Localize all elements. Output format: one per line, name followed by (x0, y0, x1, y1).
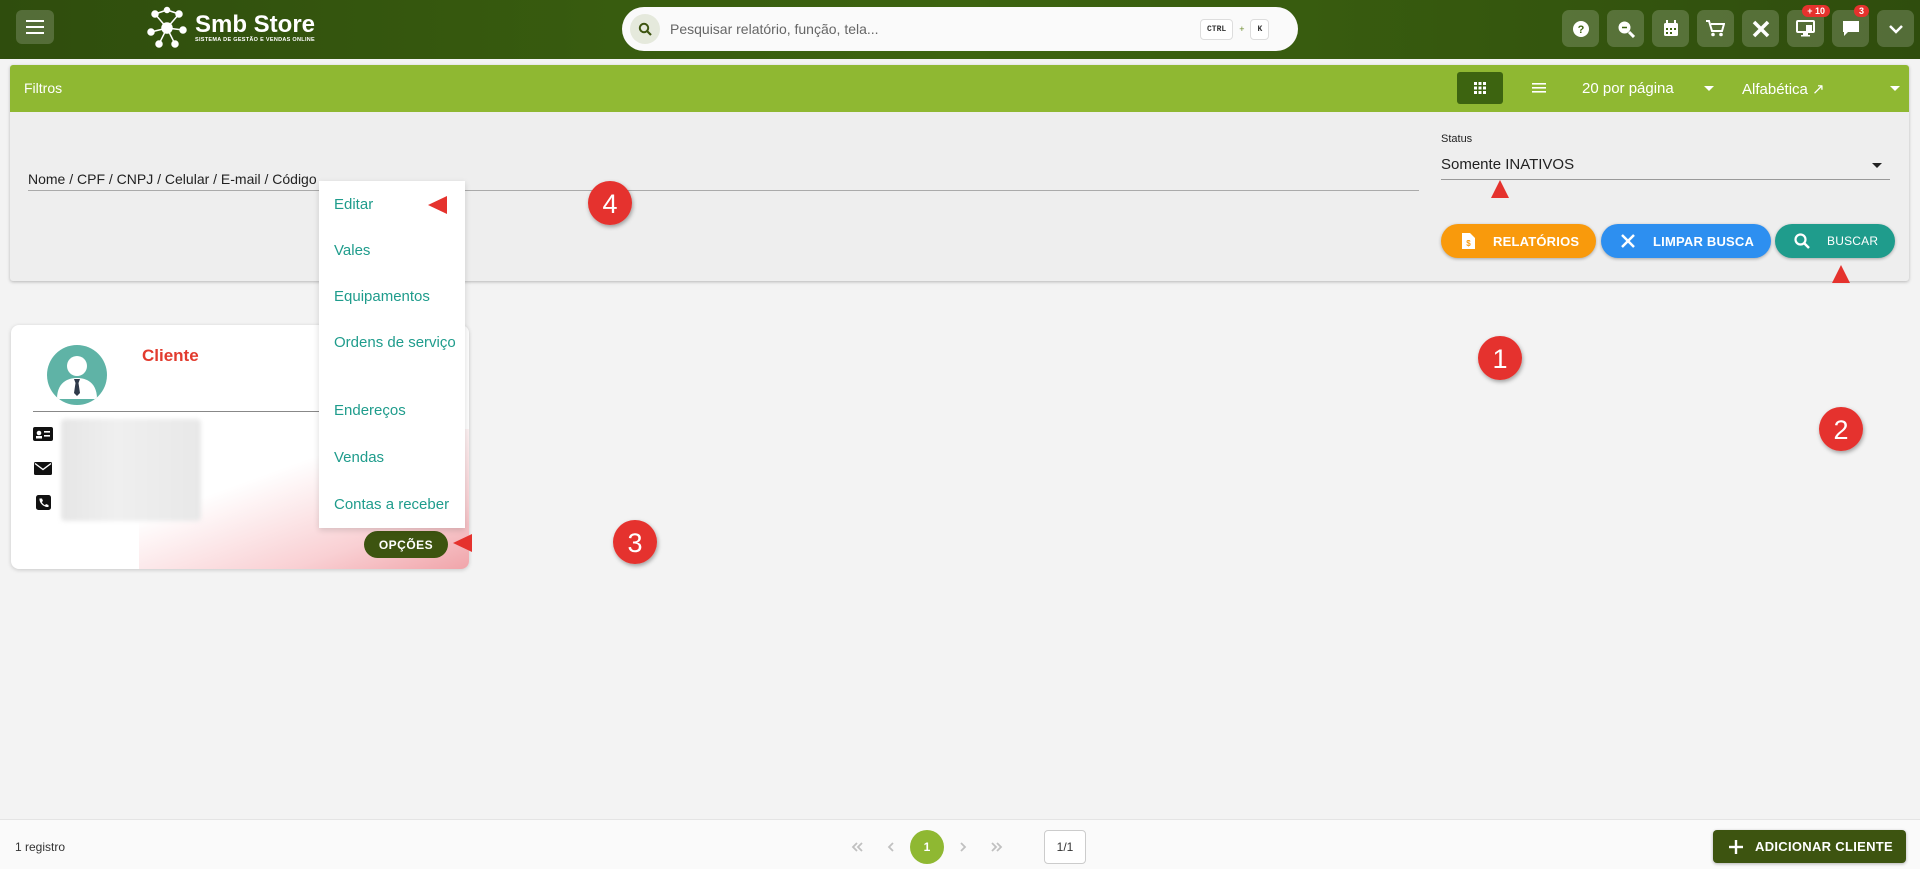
annotation-label-2: 2 (1833, 415, 1848, 445)
reports-button-label: RELATÓRIOS (1493, 233, 1580, 249)
cart-button[interactable] (1697, 10, 1734, 47)
shortcut-plus: + (1239, 24, 1245, 34)
double-chevron-left-icon (851, 842, 863, 852)
global-search-input[interactable] (670, 21, 1200, 37)
zoom-search-button[interactable] (1607, 10, 1644, 47)
top-icon-bar: ? + 10 3 (1562, 5, 1914, 47)
options-menu: Editar Vales Equipamentos Ordens de serv… (319, 181, 465, 528)
redacted-contact-info (61, 419, 201, 521)
phone-icon (33, 494, 53, 510)
chat-badge: 3 (1853, 5, 1869, 17)
email-icon (33, 461, 53, 475)
plus-icon (1729, 839, 1743, 854)
chat-icon (1842, 21, 1859, 36)
annotation-label-3: 3 (627, 528, 642, 558)
chevron-down-icon (1888, 24, 1903, 34)
menu-item-vouchers[interactable]: Vales (334, 240, 459, 261)
footer-bar: 1 registro 1 1/1 ADICIONAR CLIENTE (0, 819, 1920, 869)
list-icon (1532, 83, 1546, 93)
annotation-arrow-3: 3 (453, 520, 657, 564)
chevron-left-icon (887, 842, 894, 852)
current-page[interactable]: 1 (910, 830, 944, 864)
status-label: Status (1441, 133, 1473, 145)
account-dropdown-button[interactable] (1877, 10, 1914, 47)
filter-panel: Filtros 20 por página Alfabética ↗ Statu… (10, 65, 1909, 281)
global-search[interactable]: CTRL + K (622, 7, 1298, 51)
logo-network-icon (147, 6, 187, 48)
client-search-input[interactable] (28, 157, 1419, 187)
add-client-button[interactable]: ADICIONAR CLIENTE (1713, 830, 1906, 863)
annotation-arrow-2: 2 (1819, 265, 1863, 451)
id-card-icon (33, 427, 53, 441)
last-page-button[interactable] (980, 830, 1014, 864)
menu-item-edit[interactable]: Editar (334, 194, 459, 215)
user-avatar-icon (57, 356, 97, 399)
calendar-button[interactable] (1652, 10, 1689, 47)
cart-icon (1706, 20, 1725, 37)
hamburger-icon (26, 20, 44, 34)
tools-button[interactable] (1742, 10, 1779, 47)
client-name: Cliente (142, 346, 199, 365)
prev-page-button[interactable] (874, 830, 908, 864)
per-page-select[interactable]: 20 por página (1582, 80, 1674, 97)
first-page-button[interactable] (840, 830, 874, 864)
menu-item-sales[interactable]: Vendas (334, 447, 459, 468)
double-chevron-right-icon (991, 842, 1003, 852)
clear-search-button[interactable]: LIMPAR BUSCA (1601, 224, 1771, 258)
clear-search-label: LIMPAR BUSCA (1653, 233, 1755, 249)
menu-item-equipment[interactable]: Equipamentos (334, 286, 459, 307)
next-page-button[interactable] (946, 830, 980, 864)
options-button[interactable]: OPÇÕES (364, 531, 448, 558)
app-logo[interactable]: Smb Store SISTEMA DE GESTÃO E VENDAS ONL… (145, 6, 315, 50)
logo-title: Smb Store (195, 11, 316, 38)
sort-caret-icon (1890, 86, 1900, 91)
help-button[interactable]: ? (1562, 10, 1599, 47)
filter-title: Filtros (24, 80, 63, 96)
svg-text:?: ? (1577, 24, 1584, 36)
page-indicator[interactable]: 1/1 (1044, 830, 1086, 864)
search-icon (630, 14, 660, 44)
search-button[interactable]: BUSCAR (1775, 224, 1895, 258)
record-count: 1 registro (15, 840, 66, 854)
monitor-icon (1796, 20, 1815, 37)
search-button-icon (1785, 233, 1819, 249)
monitor-badge: + 10 (1802, 5, 1830, 17)
report-file-icon: $ (1451, 233, 1485, 249)
card-divider (33, 411, 333, 412)
per-page-caret-icon (1704, 86, 1714, 91)
hamburger-menu-button[interactable] (16, 10, 54, 44)
chevron-right-icon (960, 842, 967, 852)
grid-icon (1474, 82, 1486, 94)
monitor-button[interactable]: + 10 (1787, 5, 1830, 47)
chat-button[interactable]: 3 (1832, 5, 1869, 47)
sort-select[interactable]: Alfabética ↗ (1742, 80, 1825, 98)
tools-icon (1752, 20, 1769, 37)
menu-item-addresses[interactable]: Endereços (334, 400, 459, 421)
annotation-label-1: 1 (1492, 344, 1507, 374)
menu-item-service-orders[interactable]: Ordens de serviço (334, 332, 459, 353)
add-client-label: ADICIONAR CLIENTE (1755, 839, 1893, 854)
calendar-icon (1663, 20, 1678, 36)
filter-header: Filtros 20 por página Alfabética ↗ (10, 65, 1909, 112)
logo-subtitle: SISTEMA DE GESTÃO E VENDAS ONLINE (195, 37, 316, 43)
status-caret-icon (1872, 163, 1882, 168)
reports-button[interactable]: $ RELATÓRIOS (1441, 224, 1596, 258)
shortcut-key-k: K (1250, 18, 1270, 40)
shortcut-key-ctrl: CTRL (1200, 18, 1234, 40)
svg-text:$: $ (1466, 239, 1471, 248)
grid-view-button[interactable] (1457, 72, 1503, 104)
search-button-label: BUSCAR (1827, 234, 1879, 248)
close-icon (1611, 234, 1645, 248)
top-bar: Smb Store SISTEMA DE GESTÃO E VENDAS ONL… (0, 0, 1920, 59)
client-search-field[interactable] (28, 157, 1419, 191)
list-view-button[interactable] (1524, 75, 1554, 101)
pagination: 1 1/1 (840, 830, 1086, 864)
status-select[interactable]: Somente INATIVOS (1441, 148, 1890, 180)
status-value: Somente INATIVOS (1441, 156, 1575, 173)
avatar (47, 345, 107, 405)
zoom-search-icon (1618, 21, 1635, 38)
menu-item-receivables[interactable]: Contas a receber (334, 494, 459, 515)
help-icon: ? (1572, 20, 1589, 37)
